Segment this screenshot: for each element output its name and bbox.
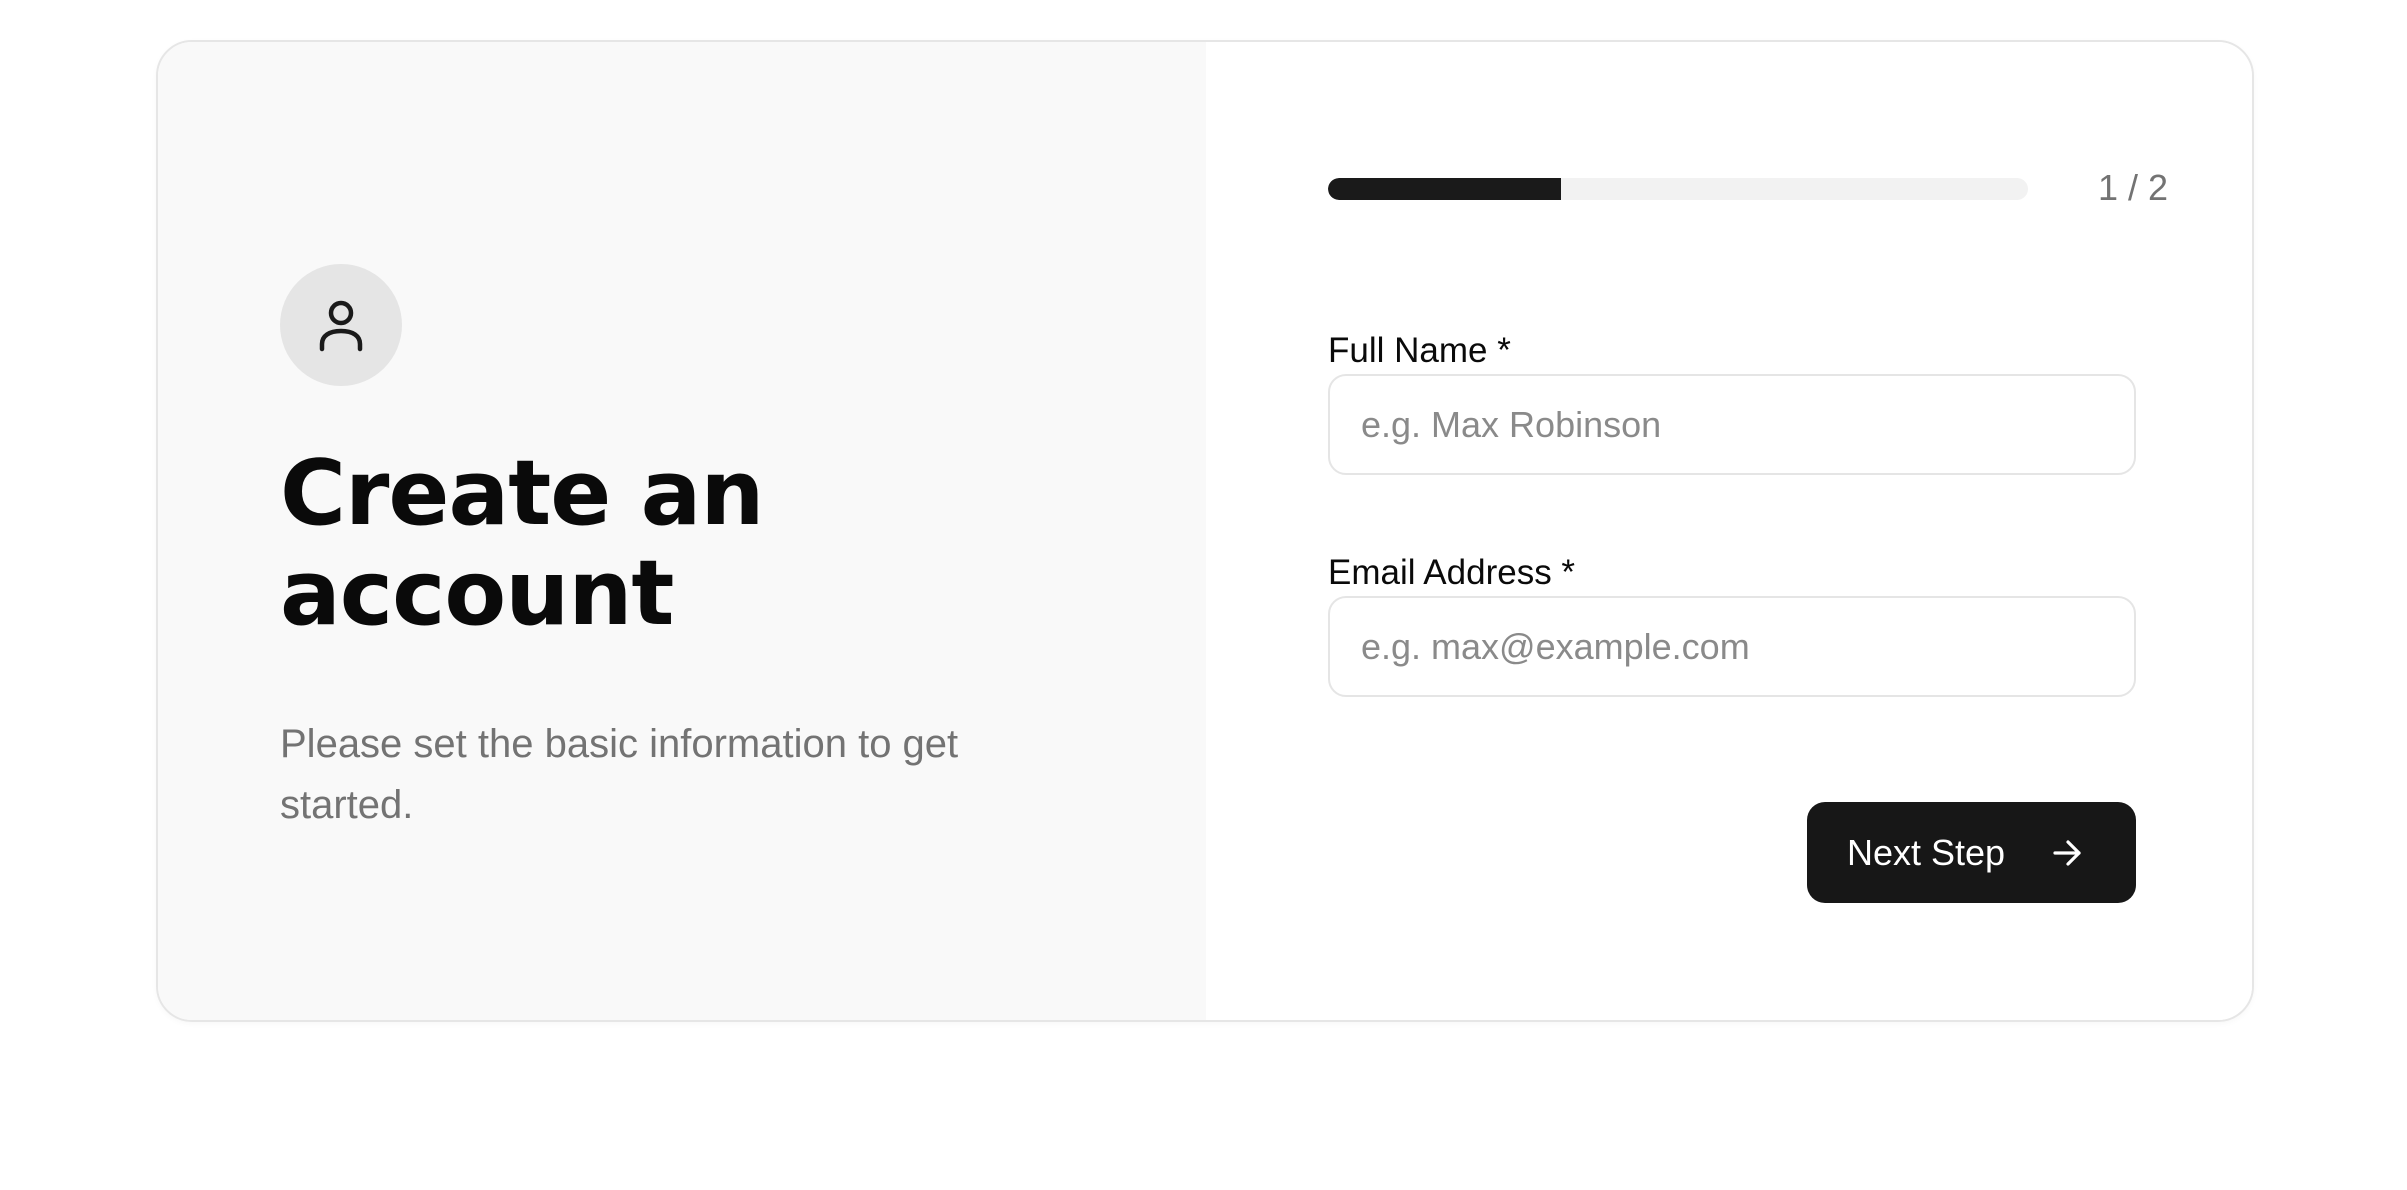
progress-fill [1328, 178, 1562, 200]
avatar [280, 264, 402, 386]
form-panel: 1 / 2 Full Name * Email Address * Next S… [1206, 42, 2252, 1020]
email-label: Email Address * [1328, 553, 1576, 592]
next-step-label: Next Step [1847, 831, 2006, 873]
full-name-input[interactable] [1328, 374, 2136, 475]
step-counter: 1 / 2 [2097, 167, 2168, 208]
next-step-button[interactable]: Next Step [1807, 802, 2136, 903]
intro-panel: Create an account Please set the basic i… [158, 42, 1206, 1020]
signup-card: Create an account Please set the basic i… [156, 40, 2254, 1022]
arrow-right-icon [2051, 837, 2083, 869]
page-title: Create an account [280, 441, 764, 646]
email-input[interactable] [1328, 596, 2136, 697]
progress-bar [1328, 178, 2028, 200]
user-icon [319, 300, 363, 352]
page-subtitle: Please set the basic information to get … [280, 722, 959, 827]
full-name-label: Full Name * [1328, 331, 1511, 370]
